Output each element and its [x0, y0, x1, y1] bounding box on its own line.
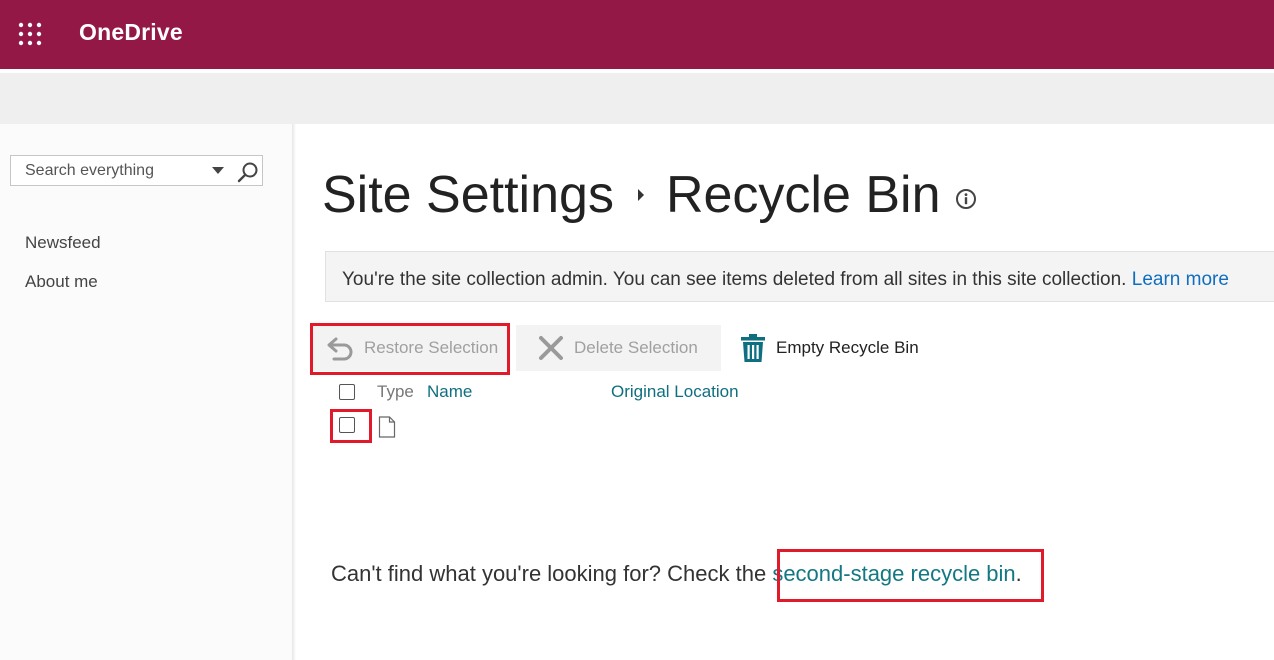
command-band [0, 73, 1274, 124]
select-all-checkbox[interactable] [339, 384, 355, 400]
info-icon[interactable] [955, 188, 977, 210]
search-input[interactable] [25, 162, 205, 180]
status-message-text: You're the site collection admin. You ca… [342, 269, 1127, 290]
column-header-original-location[interactable]: Original Location [611, 382, 739, 402]
search-icon[interactable] [237, 161, 259, 183]
document-icon [378, 416, 396, 438]
delete-selection-button[interactable]: Delete Selection [516, 325, 721, 371]
row-checkbox[interactable] [339, 417, 355, 433]
status-bar: You're the site collection admin. You ca… [325, 251, 1274, 302]
second-stage-recycle-bin-link[interactable]: second-stage recycle bin [772, 561, 1015, 586]
chevron-down-icon[interactable] [211, 166, 225, 176]
column-header-name[interactable]: Name [427, 382, 472, 402]
breadcrumb-site-settings[interactable]: Site Settings [322, 165, 614, 225]
empty-recycle-bin-button[interactable]: Empty Recycle Bin [738, 325, 928, 371]
nav-divider [292, 124, 296, 660]
breadcrumb-recycle-bin: Recycle Bin [665, 166, 941, 225]
help-suffix: . [1015, 561, 1022, 586]
nav-item-newsfeed[interactable]: Newsfeed [25, 233, 101, 253]
close-x-icon [539, 336, 563, 360]
app-launcher-icon[interactable] [18, 22, 42, 46]
app-title[interactable]: OneDrive [79, 19, 183, 46]
suite-bar: OneDrive [0, 0, 1274, 69]
restore-selection-label: Restore Selection [364, 338, 499, 357]
page-title: Site Settings Recycle Bin [322, 162, 977, 225]
help-prefix: Can't find what you're looking for? Chec… [331, 561, 773, 586]
column-header-type: Type [377, 382, 414, 401]
left-nav [0, 124, 292, 660]
nav-item-about-me[interactable]: About me [25, 272, 98, 292]
learn-more-link[interactable]: Learn more [1132, 269, 1229, 290]
breadcrumb-separator-icon [637, 189, 644, 202]
restore-selection-button[interactable]: Restore Selection [312, 325, 508, 371]
status-message: You're the site collection admin. You ca… [342, 269, 1229, 291]
help-message: Can't find what you're looking for? Chec… [331, 561, 1022, 587]
search-box [10, 155, 263, 186]
trash-icon [741, 334, 765, 362]
delete-selection-label: Delete Selection [574, 338, 698, 357]
undo-arrow-icon [327, 337, 353, 361]
empty-recycle-bin-label: Empty Recycle Bin [776, 338, 919, 357]
